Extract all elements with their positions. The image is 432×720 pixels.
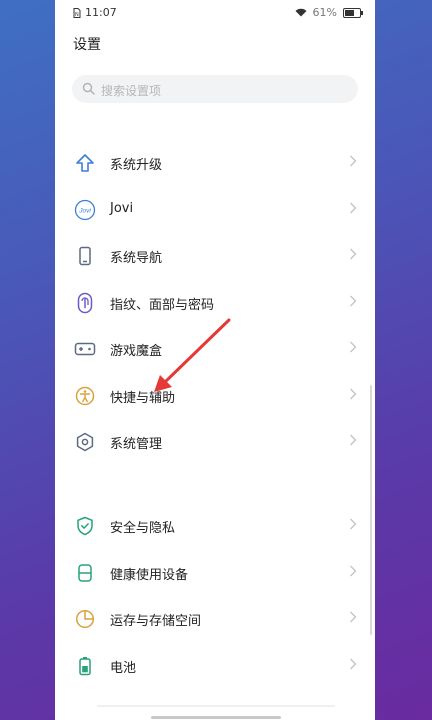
chevron-right-icon — [350, 248, 357, 260]
settings-item-battery[interactable]: 电池 — [55, 643, 375, 690]
settings-item-label: 运存与存储空间 — [110, 614, 202, 629]
battery-icon — [74, 655, 96, 677]
settings-item-fingerprint[interactable]: 指纹、面部与密码 — [55, 280, 375, 327]
status-time: 11:07 — [85, 6, 117, 19]
settings-item-label: Jovi — [110, 200, 134, 216]
chevron-right-icon — [350, 295, 357, 306]
settings-item-system-navigation[interactable]: 系统导航 — [55, 233, 375, 280]
status-left: N 11:07 — [73, 6, 117, 19]
chevron-right-icon — [350, 155, 357, 167]
hexagon-gear-icon — [74, 431, 96, 453]
jovi-icon: Jovi — [74, 199, 96, 221]
battery-status-icon — [343, 7, 363, 18]
chevron-right-icon — [350, 611, 357, 623]
settings-item-security-privacy[interactable]: 安全与隐私 — [55, 503, 375, 550]
chevron-right-icon — [350, 565, 357, 576]
accessibility-icon — [74, 385, 96, 407]
gamepad-icon — [74, 338, 96, 360]
settings-item-label: 游戏魔盒 — [110, 344, 163, 359]
settings-item-shortcuts-accessibility[interactable]: 快捷与辅助 — [55, 373, 375, 420]
phone-icon — [74, 245, 96, 267]
fingerprint-icon — [74, 292, 96, 314]
jovi-icon-text: Jovi — [78, 207, 91, 214]
battery-percentage: 61% — [312, 6, 337, 19]
shield-check-icon — [74, 515, 96, 537]
page-title: 设置 — [73, 37, 101, 53]
scrollbar[interactable] — [370, 385, 372, 635]
svg-text:N: N — [75, 12, 79, 18]
settings-item-label: 电池 — [110, 660, 137, 676]
settings-item-label: 快捷与辅助 — [110, 390, 176, 406]
hourglass-icon — [74, 562, 96, 584]
settings-screen: N 11:07 61% 设置 搜索设置项 系统升级 Jovi Jovi 系统导航… — [55, 0, 375, 720]
chevron-right-icon — [350, 388, 357, 399]
settings-item-label: 系统管理 — [110, 437, 163, 452]
status-right: 61% — [295, 6, 363, 19]
settings-item-system-management[interactable]: 系统管理 — [55, 419, 375, 466]
chevron-right-icon — [350, 434, 357, 446]
settings-item-label: 安全与隐私 — [110, 521, 176, 536]
search-input[interactable]: 搜索设置项 — [72, 75, 358, 103]
sim-card-icon: N — [73, 7, 81, 18]
settings-group-1: 系统升级 Jovi Jovi 系统导航 指纹、面部与密码 游戏魔盒 快捷与辅助 … — [55, 140, 375, 466]
gesture-navigation-bar[interactable] — [151, 716, 281, 719]
chevron-right-icon — [350, 341, 357, 353]
chevron-right-icon — [350, 202, 357, 213]
chevron-right-icon — [350, 658, 357, 669]
pie-storage-icon — [74, 608, 96, 630]
settings-item-healthy-device-use[interactable]: 健康使用设备 — [55, 550, 375, 597]
settings-item-label: 系统升级 — [110, 158, 163, 173]
search-placeholder: 搜索设置项 — [101, 84, 162, 98]
settings-item-jovi[interactable]: Jovi Jovi — [55, 187, 375, 234]
settings-group-2: 安全与隐私 健康使用设备 运存与存储空间 电池 — [55, 503, 375, 689]
divider — [97, 705, 335, 707]
chevron-right-icon — [350, 518, 357, 530]
settings-item-system-update[interactable]: 系统升级 — [55, 140, 375, 187]
wifi-icon — [295, 8, 307, 17]
settings-item-label: 系统导航 — [110, 251, 163, 266]
settings-item-label: 健康使用设备 — [110, 567, 189, 583]
status-bar: N 11:07 61% — [55, 0, 375, 26]
settings-item-game-box[interactable]: 游戏魔盒 — [55, 326, 375, 373]
up-arrow-icon — [74, 152, 96, 174]
settings-item-label: 指纹、面部与密码 — [110, 297, 215, 313]
settings-item-memory-storage[interactable]: 运存与存储空间 — [55, 596, 375, 643]
search-icon — [82, 82, 95, 95]
